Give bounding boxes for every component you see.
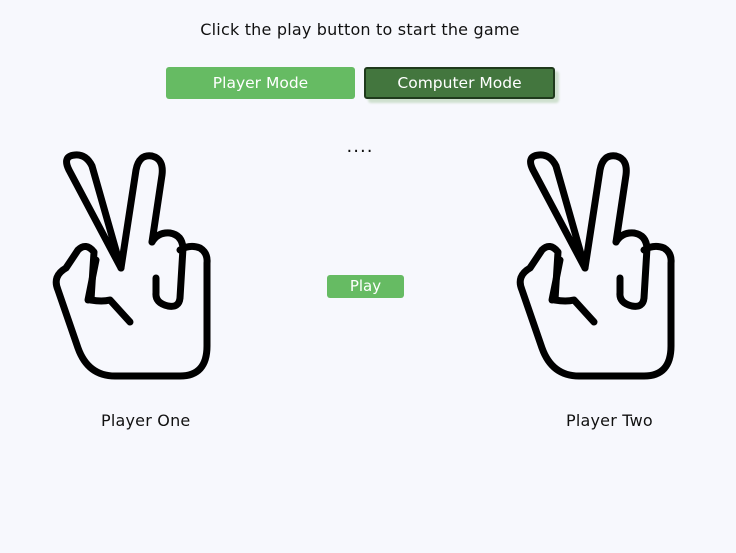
scissors-hand-icon — [52, 151, 211, 380]
scissors-hand-icon — [516, 151, 675, 380]
game-screen: Click the play button to start the game … — [0, 0, 736, 553]
player-mode-button[interactable]: Player Mode — [166, 67, 355, 99]
instruction-text: Click the play button to start the game — [200, 20, 520, 39]
player-two-label: Player Two — [566, 411, 653, 430]
play-button[interactable]: Play — [327, 275, 404, 298]
result-text: .... — [346, 136, 374, 157]
player-one-label: Player One — [101, 411, 191, 430]
computer-mode-button[interactable]: Computer Mode — [364, 67, 555, 99]
